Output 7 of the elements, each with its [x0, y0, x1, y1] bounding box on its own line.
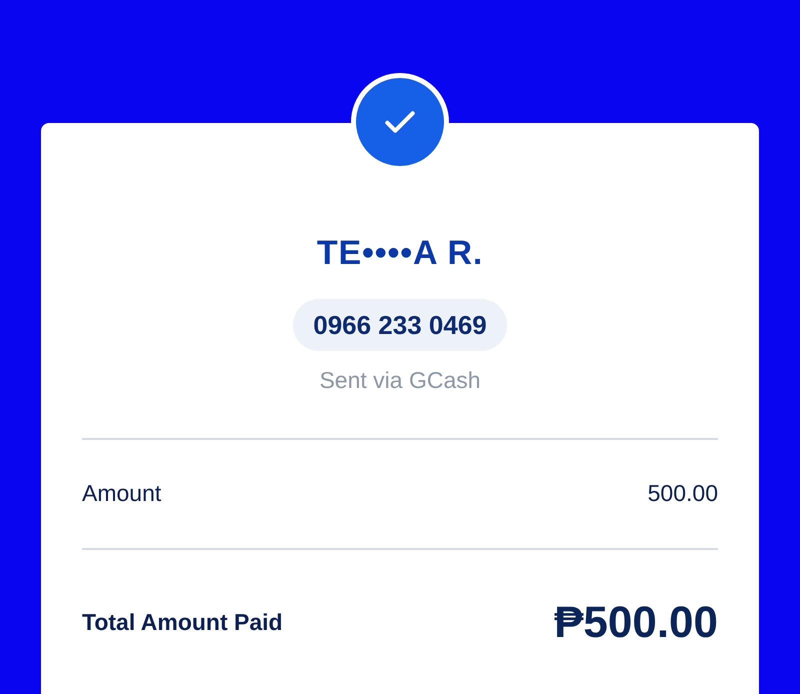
phone-number: 0966 233 0469	[293, 299, 507, 351]
total-label: Total Amount Paid	[82, 608, 283, 638]
row-value: 500.00	[648, 479, 718, 508]
total-amount: ₱500.00	[554, 596, 718, 648]
recipient-name: TE••••A R.	[316, 233, 484, 274]
row-label: Amount	[82, 479, 162, 508]
sent-via-text: Sent via GCash	[319, 366, 481, 395]
